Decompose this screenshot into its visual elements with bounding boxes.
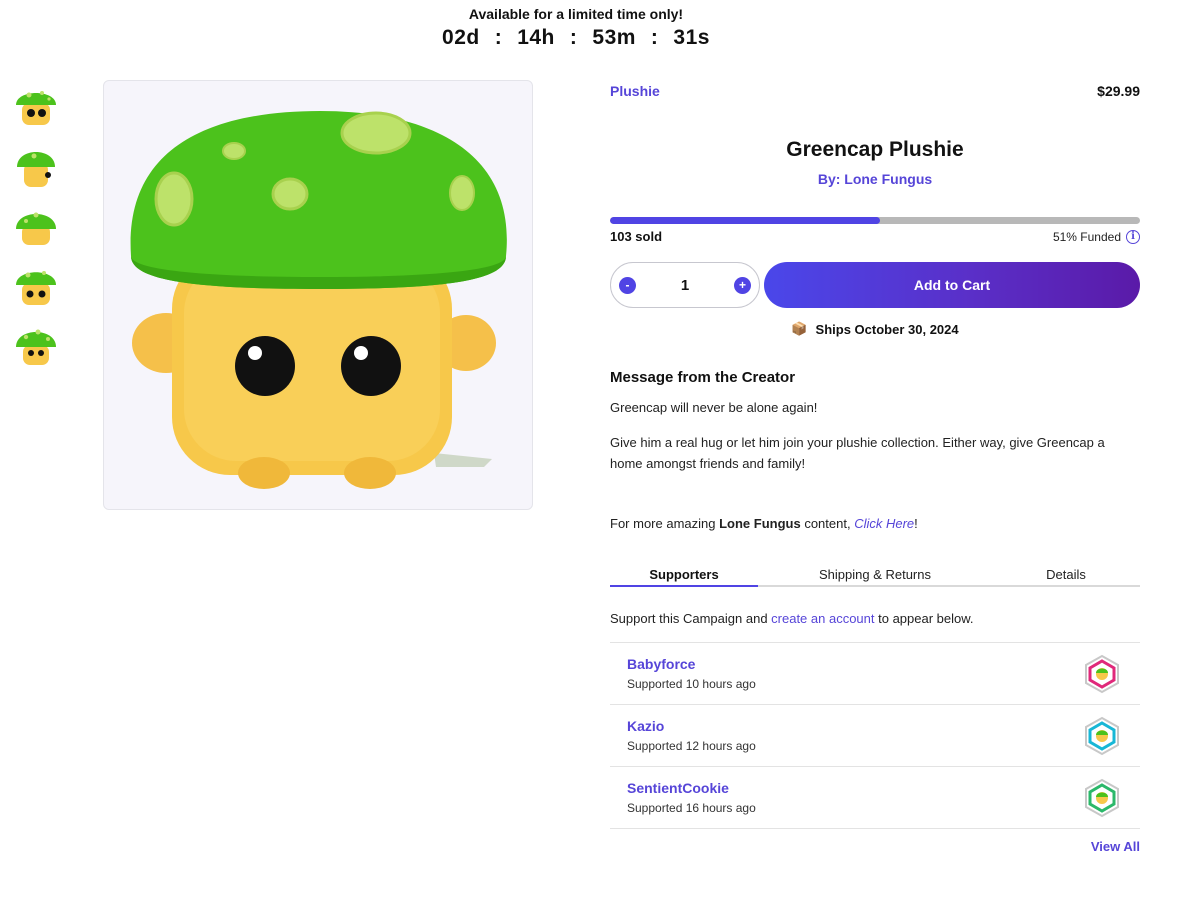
supporter-badge-icon [1085, 716, 1119, 755]
funding-progress-fill [610, 217, 881, 224]
cart-row: - 1 + Add to Cart [610, 262, 1140, 308]
creator-message-para: Greencap will never be alone again! [610, 400, 818, 415]
add-to-cart-button[interactable]: Add to Cart [764, 262, 1140, 308]
mushroom-plush-thumb-icon [16, 212, 56, 245]
thumbnail-angle[interactable] [14, 262, 58, 310]
tab-details[interactable]: Details [992, 567, 1140, 585]
more-mid: content, [800, 516, 855, 531]
promo-banner: Available for a limited time only! 02d :… [0, 6, 1152, 50]
decrement-button[interactable]: - [619, 276, 636, 294]
info-tabs: Supporters Shipping & Returns Details [610, 567, 1140, 587]
support-note: Support this Campaign and create an acco… [610, 611, 1140, 626]
countdown-timer: 02d : 14h : 53m : 31s [0, 26, 1152, 50]
thumbnail-strip [14, 82, 58, 382]
supporter-time: Supported 12 hours ago [627, 739, 756, 753]
info-icon[interactable]: i [1126, 229, 1140, 244]
list-item: Babyforce Supported 10 hours ago [610, 643, 1140, 705]
countdown-seconds: 31s [673, 26, 710, 49]
thumbnail-front[interactable] [14, 82, 58, 130]
supporter-time: Supported 10 hours ago [627, 677, 756, 691]
list-item: SentientCookie Supported 16 hours ago [610, 767, 1140, 829]
ship-date-label: Ships October 30, 2024 [815, 321, 959, 337]
tab-shipping-returns[interactable]: Shipping & Returns [758, 567, 992, 585]
creator-byline[interactable]: By: Lone Fungus [610, 171, 1140, 187]
supporter-name[interactable]: SentientCookie [627, 780, 756, 796]
mushroom-plush-thumb-icon [16, 271, 56, 305]
mushroom-plush-thumb-icon [16, 329, 56, 365]
countdown-days: 02d [442, 26, 480, 49]
creator-message-para: Give him a real hug or let him join your… [610, 435, 1105, 471]
thumbnail-side[interactable] [14, 142, 58, 190]
create-account-link[interactable]: create an account [771, 611, 874, 626]
funding-labels: 103 sold 51% Funded i [610, 229, 1140, 244]
creator-name-strong: Lone Fungus [719, 516, 801, 531]
list-item: Kazio Supported 12 hours ago [610, 705, 1140, 767]
thumbnail-back[interactable] [14, 202, 58, 250]
category-price-row: Plushie $29.99 [610, 80, 1140, 102]
promo-headline: Available for a limited time only! [468, 6, 684, 22]
countdown-separator: : [650, 26, 659, 49]
mushroom-plush-thumb-icon [16, 91, 56, 125]
mushroom-plush-thumb-icon [17, 152, 55, 187]
creator-message-title: Message from the Creator [610, 369, 796, 386]
sold-count: 103 sold [610, 229, 663, 244]
product-main-image[interactable] [103, 80, 533, 510]
supporter-badge-icon [1085, 654, 1119, 693]
product-details: Plushie $29.99 Greencap Plushie By: Lone… [610, 80, 1140, 854]
package-icon: 📦 [791, 321, 808, 336]
funded-status: 51% Funded i [1052, 229, 1140, 244]
view-all-link[interactable]: View All [610, 839, 1140, 854]
product-price: $29.99 [1097, 83, 1140, 99]
thumbnail-top[interactable] [14, 322, 58, 370]
supporter-badge-icon [1085, 778, 1119, 817]
supporter-time: Supported 16 hours ago [627, 801, 756, 815]
more-suffix: ! [914, 516, 918, 531]
increment-button[interactable]: + [734, 276, 751, 294]
ship-date: 📦 Ships October 30, 2024 [610, 321, 1140, 337]
more-content-line: For more amazing Lone Fungus content, Cl… [610, 516, 1140, 531]
supporter-name[interactable]: Babyforce [627, 656, 756, 672]
supporter-name[interactable]: Kazio [627, 718, 756, 734]
quantity-stepper: - 1 + [610, 262, 760, 308]
support-note-prefix: Support this Campaign and [610, 611, 772, 626]
category-link[interactable]: Plushie [610, 83, 660, 99]
countdown-minutes: 53m [592, 26, 636, 49]
support-note-suffix: to appear below. [874, 611, 974, 626]
countdown-separator: : [569, 26, 578, 49]
funded-percent: 51% Funded [1052, 229, 1121, 244]
mushroom-plush-image-icon [130, 111, 507, 489]
product-title: Greencap Plushie [786, 138, 964, 161]
funding-progress-bar [610, 217, 1140, 224]
supporters-list: Babyforce Supported 10 hours ago Kazio S… [610, 642, 1140, 829]
quantity-value[interactable]: 1 [681, 277, 689, 294]
countdown-hours: 14h [517, 26, 555, 49]
more-prefix: For more amazing [610, 516, 720, 531]
tab-supporters[interactable]: Supporters [610, 567, 758, 587]
countdown-separator: : [494, 26, 503, 49]
click-here-link[interactable]: Click Here [854, 516, 914, 531]
